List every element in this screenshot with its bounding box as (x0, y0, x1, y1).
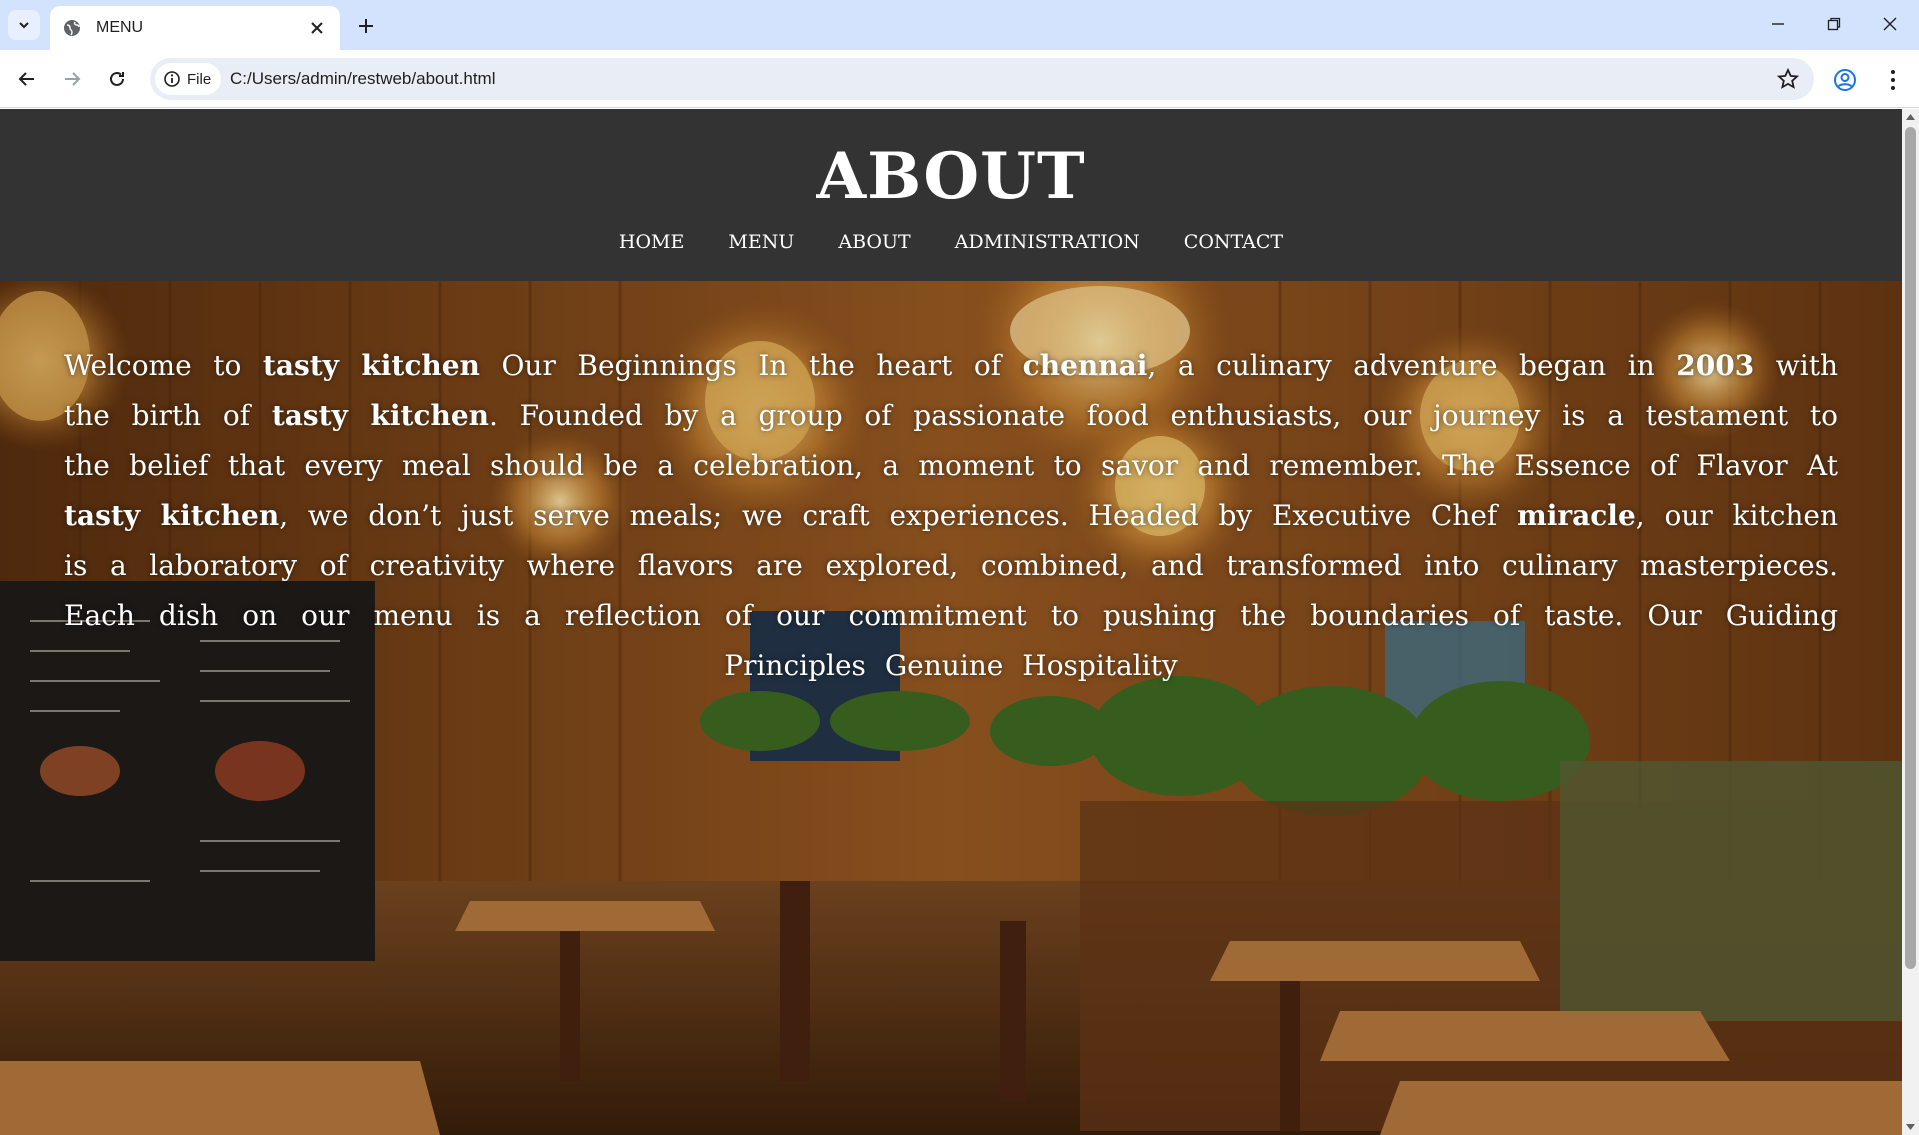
nav-link-administration[interactable]: ADMINISTRATION (955, 231, 1140, 253)
about-text: Our Beginnings In the heart of (479, 349, 1023, 382)
nav-link-contact[interactable]: CONTACT (1184, 231, 1283, 253)
tab-list-button[interactable] (8, 10, 40, 40)
browser-toolbar: File C:/Users/admin/restweb/about.html (0, 50, 1919, 108)
address-bar[interactable]: File C:/Users/admin/restweb/about.html (150, 58, 1814, 100)
chip-label: File (187, 70, 212, 88)
site-info-chip[interactable]: File (155, 63, 222, 95)
close-icon (1883, 17, 1897, 31)
kebab-icon[interactable] (1878, 65, 1908, 95)
about-paragraph: Welcome to tasty kitchen Our Beginnings … (64, 341, 1838, 691)
close-icon (311, 22, 323, 34)
scroll-down-arrow-icon[interactable] (1905, 1122, 1916, 1132)
nav-link-menu[interactable]: MENU (728, 231, 794, 253)
scrollbar-thumb[interactable] (1905, 127, 1916, 969)
about-text: , a culinary adventure began in (1147, 349, 1677, 382)
arrow-right-icon (65, 72, 81, 86)
globe-icon (64, 20, 80, 36)
minimize-button[interactable] (1750, 6, 1806, 42)
nav-link-home[interactable]: HOME (619, 231, 684, 253)
page-title: ABOUT (816, 139, 1086, 214)
scroll-up-arrow-icon[interactable] (1905, 112, 1916, 122)
chevron-down-icon (19, 22, 29, 29)
chef-name: miracle (1517, 499, 1636, 532)
about-text: , we don’t just serve meals; we craft ex… (279, 499, 1518, 532)
forward-button[interactable] (55, 62, 89, 96)
reload-icon (110, 71, 124, 86)
browser-tabstrip: MENU (0, 0, 1919, 50)
plus-icon (359, 19, 373, 33)
new-tab-button[interactable] (352, 12, 380, 40)
page-scrollbar[interactable] (1902, 109, 1919, 1135)
site-header: ABOUT HOME MENU ABOUT ADMINISTRATION CON… (0, 109, 1902, 281)
close-window-button[interactable] (1862, 6, 1918, 42)
profile-icon[interactable] (1830, 65, 1860, 95)
url-text[interactable]: C:/Users/admin/restweb/about.html (230, 58, 496, 100)
back-button[interactable] (10, 62, 44, 96)
info-icon (164, 71, 180, 87)
restaurant-name: tasty kitchen (262, 349, 480, 382)
tab-title: MENU (96, 19, 144, 36)
hero-section: Welcome to tasty kitchen Our Beginnings … (0, 281, 1902, 1135)
founding-year: 2003 (1676, 349, 1755, 382)
main-nav: HOME MENU ABOUT ADMINISTRATION CONTACT (0, 231, 1902, 253)
star-icon[interactable] (1776, 67, 1800, 91)
arrow-left-icon (18, 72, 34, 86)
restaurant-name: tasty kitchen (271, 399, 489, 432)
about-text: Welcome to (64, 349, 263, 382)
restore-button[interactable] (1806, 6, 1862, 42)
tab-close-button[interactable] (306, 17, 328, 39)
browser-tab[interactable]: MENU (50, 6, 340, 50)
restaurant-name: tasty kitchen (64, 499, 280, 532)
minimize-icon (1772, 23, 1784, 25)
reload-button[interactable] (100, 62, 134, 96)
page-viewport: ABOUT HOME MENU ABOUT ADMINISTRATION CON… (0, 109, 1902, 1135)
nav-link-about[interactable]: ABOUT (838, 231, 910, 253)
restore-icon (1827, 17, 1841, 31)
city-name: chennai (1022, 349, 1148, 382)
